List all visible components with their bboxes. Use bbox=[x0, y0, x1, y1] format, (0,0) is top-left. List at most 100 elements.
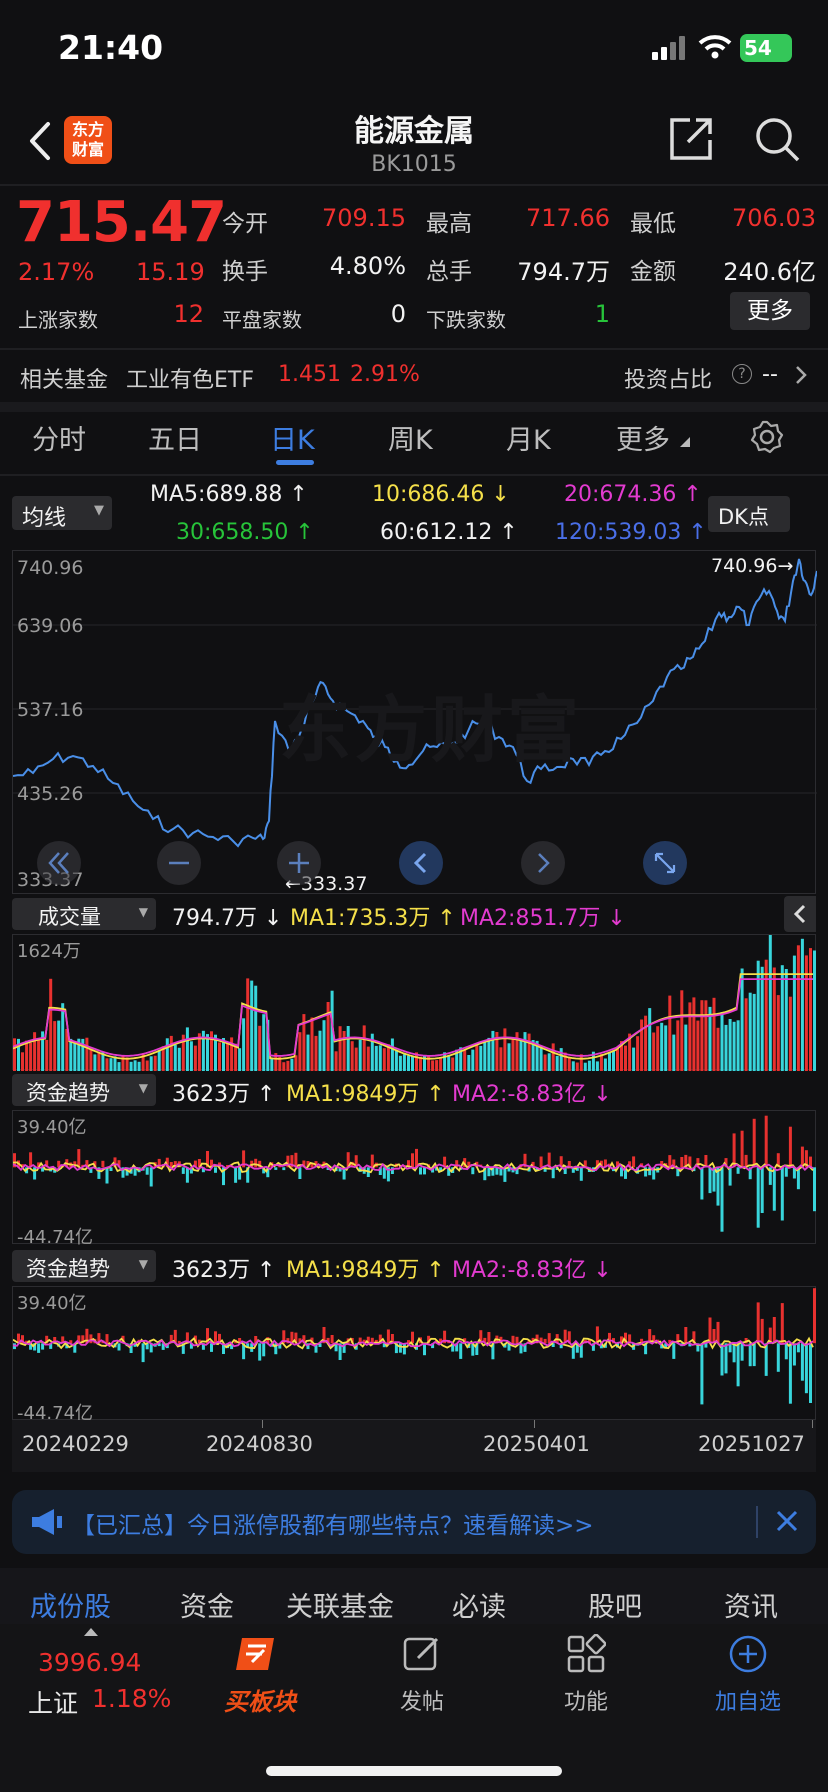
help-icon[interactable]: ? bbox=[732, 364, 752, 384]
fund-trend-chart-2[interactable]: 39.40亿 -44.74亿 bbox=[12, 1286, 816, 1424]
axis-label-2: 639.06 bbox=[17, 615, 84, 637]
fund-bar bbox=[298, 1167, 302, 1179]
volume-bar bbox=[157, 1050, 161, 1071]
ma-selector[interactable]: 均线 ▼ bbox=[12, 496, 112, 531]
volume-bar bbox=[402, 1054, 406, 1071]
fund-trend-chart-1[interactable]: 39.40亿 -44.74亿 bbox=[12, 1110, 816, 1248]
index-value[interactable]: 3996.94 bbox=[38, 1648, 141, 1677]
volume-bar bbox=[378, 1045, 382, 1071]
volume-selector[interactable]: 成交量 ▼ bbox=[12, 898, 156, 930]
volume-bar bbox=[354, 1047, 358, 1071]
expand-up-icon[interactable] bbox=[84, 1628, 98, 1636]
close-icon[interactable] bbox=[774, 1508, 800, 1538]
volume-bar bbox=[511, 1039, 515, 1071]
add-watchlist-label[interactable]: 加自选 bbox=[688, 1684, 808, 1716]
scroll-right-icon[interactable] bbox=[521, 841, 565, 885]
volume-bar bbox=[346, 1026, 350, 1071]
volume-bar bbox=[563, 1052, 567, 1071]
volume-bar bbox=[624, 1045, 627, 1071]
price-chart[interactable]: 东方财富 740.96 639.06 537.16 435.26 333.37 … bbox=[12, 550, 817, 895]
caret-down-icon: ▼ bbox=[94, 503, 104, 518]
tab-five-day[interactable]: 五日 bbox=[148, 418, 202, 457]
volume-bar bbox=[543, 1054, 547, 1071]
tab-daily-k[interactable]: 日K bbox=[270, 418, 315, 457]
fund-trend-value: 3623万 ↑ bbox=[172, 1258, 276, 1283]
volume-bar bbox=[21, 1052, 24, 1071]
fund-bar bbox=[792, 1343, 796, 1366]
buy-sector-label[interactable]: 买板块 bbox=[200, 1682, 320, 1717]
volume-bar bbox=[342, 1031, 346, 1071]
fullscreen-icon[interactable] bbox=[643, 841, 687, 885]
tab-more[interactable]: 更多 bbox=[616, 418, 670, 457]
post-label[interactable]: 发帖 bbox=[362, 1684, 482, 1716]
fund-bar bbox=[780, 1303, 784, 1344]
wifi-icon bbox=[698, 34, 732, 60]
volume-bar bbox=[704, 1000, 708, 1071]
volume-bar bbox=[809, 948, 812, 1071]
tab-constituents[interactable]: 成份股 bbox=[30, 1585, 111, 1624]
volume-bar bbox=[451, 1057, 455, 1071]
fund-bar bbox=[181, 1167, 185, 1174]
date-label-2: 20240830 bbox=[206, 1432, 313, 1456]
fund-bar bbox=[258, 1343, 262, 1361]
collapse-panel-icon[interactable] bbox=[784, 896, 816, 932]
volume-bar bbox=[595, 1061, 599, 1071]
tab-intraday[interactable]: 分时 bbox=[32, 418, 86, 457]
volume-bar bbox=[668, 995, 672, 1071]
compose-icon[interactable] bbox=[402, 1634, 442, 1674]
fund-trend-selector-1[interactable]: 资金趋势 ▼ bbox=[12, 1074, 156, 1106]
fund-bar bbox=[33, 1167, 37, 1180]
volume-bar bbox=[712, 997, 716, 1071]
volume-chart[interactable]: 1624万 bbox=[12, 934, 816, 1071]
volume-bar bbox=[290, 1058, 294, 1071]
dk-point-button[interactable]: DK点 bbox=[708, 496, 790, 532]
volume-bar bbox=[571, 1061, 575, 1071]
fund-name: 工业有色ETF bbox=[126, 368, 254, 393]
functions-icon[interactable] bbox=[566, 1633, 607, 1674]
fund-bar bbox=[772, 1317, 776, 1344]
zoom-in-icon[interactable] bbox=[277, 841, 321, 885]
fund-bar bbox=[423, 1343, 426, 1356]
tab-related-funds[interactable]: 关联基金 bbox=[286, 1585, 394, 1624]
news-notice[interactable]: 【已汇总】今日涨停股都有哪些特点？速看解读>> bbox=[12, 1490, 816, 1554]
volume-bar bbox=[724, 1024, 728, 1071]
fund-bar bbox=[716, 1321, 720, 1344]
scroll-left-double-icon[interactable] bbox=[37, 841, 81, 885]
volume-bar bbox=[145, 1060, 149, 1071]
volume-bar bbox=[579, 1054, 583, 1071]
search-icon[interactable] bbox=[754, 116, 800, 162]
volume-bar bbox=[696, 1020, 700, 1071]
volume-bar bbox=[575, 1062, 579, 1071]
volume-bar bbox=[53, 1021, 57, 1071]
related-fund-row[interactable]: 相关基金 工业有色ETF 1.451 2.91% 投资占比 ? -- bbox=[0, 350, 828, 400]
tab-must-read[interactable]: 必读 bbox=[452, 1585, 506, 1624]
share-icon[interactable] bbox=[668, 116, 714, 162]
ma120-value: 120:539.03 ↑ bbox=[555, 520, 707, 545]
tab-forum[interactable]: 股吧 bbox=[588, 1585, 642, 1624]
settings-icon[interactable] bbox=[750, 420, 784, 458]
zoom-out-icon[interactable] bbox=[157, 841, 201, 885]
volume-bar bbox=[238, 1048, 242, 1071]
scroll-left-icon[interactable] bbox=[399, 841, 443, 885]
add-watchlist-icon[interactable] bbox=[728, 1634, 768, 1674]
tab-news[interactable]: 资讯 bbox=[724, 1585, 778, 1624]
more-button[interactable]: 更多 bbox=[730, 292, 810, 330]
volume-bar bbox=[756, 960, 760, 1071]
current-price: 715.47 bbox=[16, 190, 227, 255]
tab-capital[interactable]: 资金 bbox=[180, 1585, 234, 1624]
buy-sector-icon[interactable] bbox=[234, 1632, 284, 1676]
volume-bar bbox=[672, 1034, 676, 1071]
volume-bar bbox=[583, 1062, 587, 1071]
fund-bar bbox=[720, 1343, 724, 1376]
volume-bar bbox=[644, 1015, 648, 1071]
volume-bar bbox=[688, 1002, 692, 1071]
tab-weekly-k[interactable]: 周K bbox=[388, 418, 433, 457]
fund-trend-selector-2[interactable]: 资金趋势 ▼ bbox=[12, 1250, 156, 1282]
volume-bar bbox=[519, 1040, 523, 1071]
tab-monthly-k[interactable]: 月K bbox=[506, 418, 551, 457]
fund-bar bbox=[411, 1331, 414, 1344]
volume-bar bbox=[660, 1022, 664, 1071]
fund-bar bbox=[141, 1343, 145, 1363]
functions-label[interactable]: 功能 bbox=[526, 1684, 646, 1716]
fund-bar bbox=[776, 1343, 780, 1372]
